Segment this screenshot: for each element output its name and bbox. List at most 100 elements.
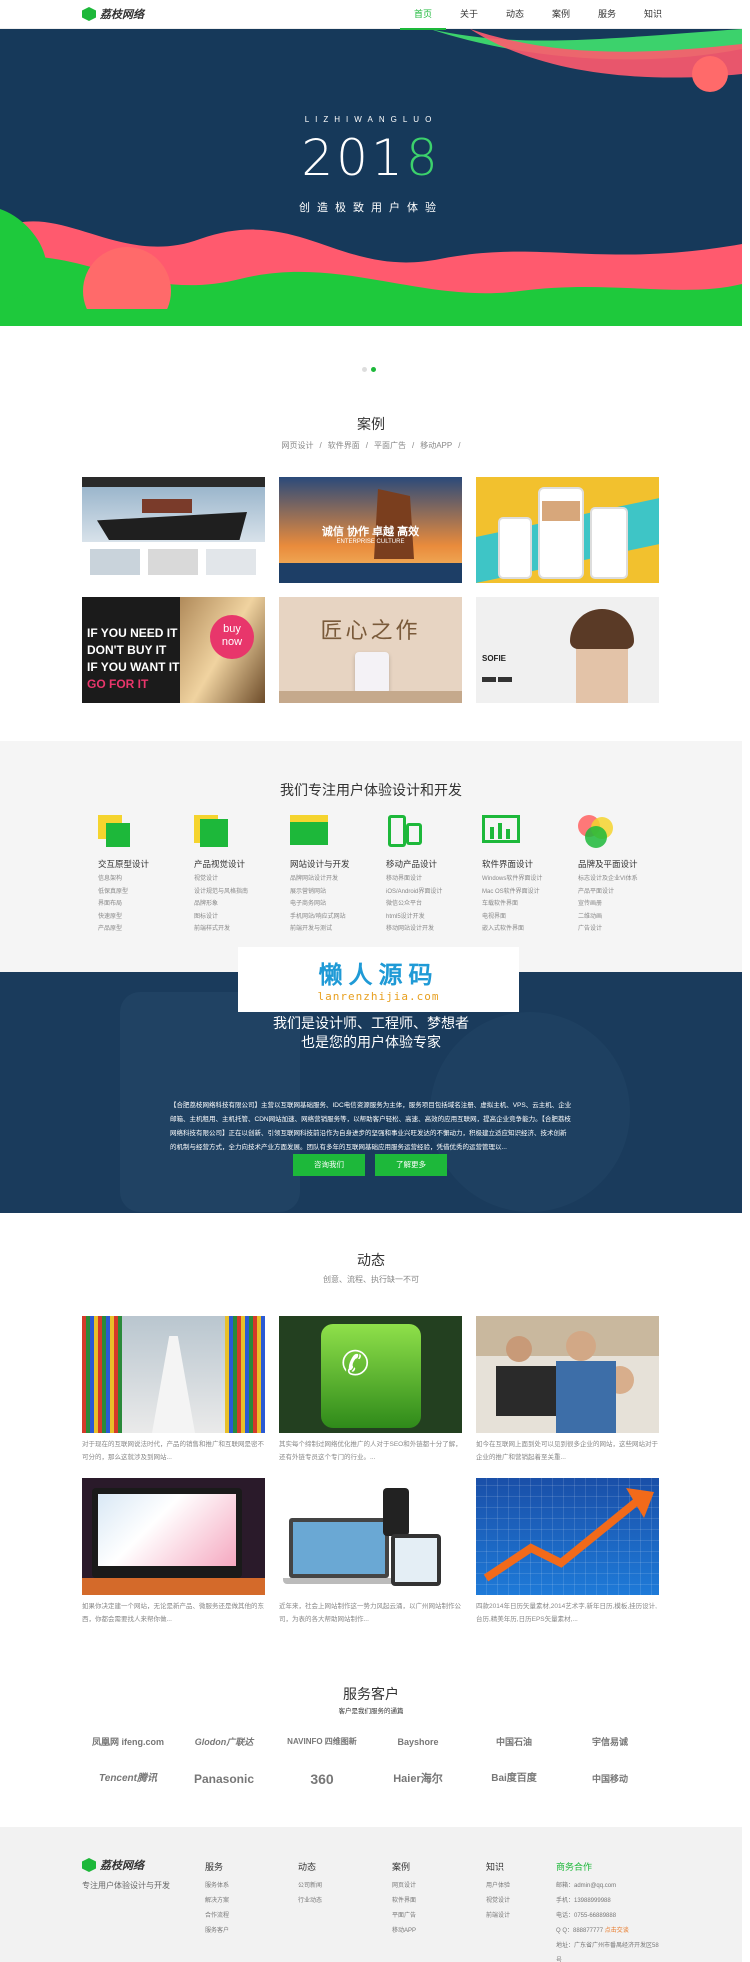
client-logo-bayshore: Bayshore (397, 1737, 439, 1747)
contact-qq: Q Q：888877777 点击交谈 (556, 1924, 662, 1939)
footer-link[interactable]: 行业动态 (298, 1894, 322, 1909)
footer-link[interactable]: 合作流程 (205, 1909, 229, 1924)
nav-knowledge[interactable]: 知识 (630, 0, 676, 30)
service-web[interactable]: 网站设计与开发 品牌网站设计开发 展示营销网站 电子商务网站 手机网站/响应式网站 前端… (276, 815, 366, 936)
news-subtitle: 创意、流程、执行缺一不可 (323, 1275, 419, 1284)
footer-link[interactable]: 移动APP (392, 1924, 416, 1939)
service-prototype[interactable]: 交互原型设计 信息架构 低保真原型 界面布局 快速原型 产品原型 (84, 815, 174, 936)
service-sub: 品牌形象 (194, 901, 219, 907)
news-image-devices[interactable] (279, 1478, 462, 1595)
watermark-box: 懒人源码 lanrenzhijia.com (238, 947, 519, 1012)
service-sub: 产品原型 (98, 926, 123, 932)
service-sub: 移动网站设计开发 (386, 926, 435, 932)
news-title: 动态 (357, 1252, 385, 1268)
footer-link[interactable]: 服务体系 (205, 1879, 229, 1894)
news-excerpt[interactable]: 其实每个缔制过网络优化推广的人对于SEO和外链都十分了解，还有外链专员这个专门的… (279, 1438, 462, 1464)
client-logo-yuxin: 宇信易诚 (591, 1737, 628, 1747)
filter-sep: / (319, 441, 322, 450)
carousel-dot-active[interactable] (371, 367, 376, 372)
hero-year-main: 201 (301, 129, 406, 187)
client-logo-tencent: Tencent腾讯 (99, 1773, 157, 1784)
news-excerpt[interactable]: 如今在互联网上面到处可以见到很多企业的网站，这些网站对于企业的推广和营销起着至关… (476, 1438, 659, 1464)
client-logo-chinamobile: 中国移动 (591, 1774, 628, 1784)
about-heading-2: 也是您的用户体验专家 (301, 1034, 441, 1050)
filter-print[interactable]: 平面广告 (374, 441, 406, 450)
hero-subtitle: LIZHIWANGLUO (304, 115, 438, 124)
footer-link[interactable]: 网页设计 (392, 1879, 416, 1894)
filter-web[interactable]: 网页设计 (282, 441, 314, 450)
news-excerpt[interactable]: 如果你决定建一个网站，无论是新产品、微服务还是做其他的东西，你都会需要找人来帮你… (82, 1600, 265, 1626)
case-thumb-buy[interactable]: IF YOU NEED IT DON'T BUY IT IF YOU WANT … (82, 597, 265, 703)
news-image-phonebook[interactable]: ✆ (279, 1316, 462, 1433)
nav-services[interactable]: 服务 (584, 0, 630, 30)
footer-col-heading: 案例 (392, 1862, 411, 1872)
service-sub: iOS/Android界面设计 (386, 888, 443, 895)
news-excerpt[interactable]: 四款2014年日历矢量素材,2014艺术字,新年日历,模板,挂历设计,台历,精美… (476, 1600, 659, 1626)
client-logo-baidu: Bai度百度 (491, 1773, 537, 1784)
service-software[interactable]: 软件界面设计 Windows软件界面设计 Mac OS软件界面设计 车载软件界面 电视… (468, 815, 558, 936)
service-sub: Mac OS软件界面设计 (482, 888, 540, 895)
service-brand[interactable]: 品牌及平面设计 标志设计及企业VI体系 产品平面设计 宣传画册 二维动画 广告设计 (564, 815, 654, 936)
footer-link[interactable]: 用户体验 (486, 1879, 510, 1894)
service-sub: 低保真原型 (98, 888, 129, 895)
service-title: 品牌及平面设计 (578, 859, 638, 869)
service-title: 网站设计与开发 (290, 859, 350, 869)
case-thumb-culture[interactable]: 诚信 协作 卓越 高效 ENTERPRISE CULTURE (279, 477, 462, 583)
news-image-growth[interactable] (476, 1478, 659, 1595)
service-sub: 电子商务网站 (290, 901, 327, 907)
nav-about[interactable]: 关于 (446, 0, 492, 30)
service-sub: 微信公众平台 (386, 901, 423, 907)
case-thumb-sofie[interactable]: SOFIE (476, 597, 659, 703)
footer-logo[interactable]: 荔枝网络 (82, 1857, 144, 1873)
news-excerpt[interactable]: 对于现在的互联网说法时代，产品的销售和推广和互联网是密不可分的，那么这就涉及到网… (82, 1438, 265, 1464)
footer-link[interactable]: 解决方案 (205, 1894, 229, 1909)
footer-link[interactable]: 平面广告 (392, 1909, 416, 1924)
footer-col-contact: 商务合作 邮箱：admin@qq.com 手机：13988999988 电话：0… (556, 1860, 662, 1962)
about-heading-1: 我们是设计师、工程师、梦想者 (273, 1015, 469, 1031)
service-sub: 品牌网站设计开发 (290, 876, 339, 882)
news-image-datacenter[interactable] (82, 1316, 265, 1433)
service-sub: 设计规范与风格指南 (194, 888, 249, 895)
phone-icon: ✆ (341, 1345, 370, 1383)
footer-link[interactable]: 软件界面 (392, 1894, 416, 1909)
service-title: 移动产品设计 (386, 859, 438, 869)
client-logo-ifeng: 凤凰网 ifeng.com (91, 1737, 164, 1747)
buy-now-badge: buy now (210, 615, 254, 659)
service-title: 软件界面设计 (482, 859, 534, 869)
mobile-icon (386, 815, 422, 847)
case-thumb-craft[interactable]: 匠心之作 (279, 597, 462, 703)
filter-software[interactable]: 软件界面 (328, 441, 360, 450)
clients-subtitle: 客户是我们服务的通篇 (338, 1708, 404, 1715)
news-excerpt[interactable]: 近年来，社会上网站制作这一势力风起云涌，以广州网站制作公司，为表的各大帮助网站制… (279, 1600, 462, 1626)
service-sub: 宣传画册 (578, 901, 603, 907)
footer-link[interactable]: 视觉设计 (486, 1894, 510, 1909)
case-thumb-ship[interactable] (82, 477, 265, 583)
qq-chat-badge[interactable]: 点击交谈 (605, 1928, 629, 1934)
service-sub: 移动界面设计 (386, 876, 423, 882)
carousel-dot[interactable] (362, 367, 367, 372)
news-image-team[interactable] (476, 1316, 659, 1433)
footer-link[interactable]: 前端设计 (486, 1909, 510, 1924)
nav-home[interactable]: 首页 (400, 0, 446, 30)
client-logo-glodon: Glodon广联达 (194, 1737, 254, 1747)
service-sub: 图标设计 (194, 913, 219, 920)
news-image-tv[interactable] (82, 1478, 265, 1595)
thumb-culture-text: 诚信 协作 卓越 高效 (321, 526, 420, 538)
footer-link[interactable]: 服务客户 (205, 1924, 229, 1939)
footer-col-knowledge: 知识 用户体验 视觉设计 前端设计 (486, 1860, 510, 1924)
learn-more-button[interactable]: 了解更多 (375, 1154, 447, 1176)
badge-line2: now (221, 636, 243, 648)
service-visual[interactable]: 产品视觉设计 视觉设计 设计规范与风格指南 品牌形象 图标设计 前端样式开发 (180, 815, 270, 936)
service-mobile[interactable]: 移动产品设计 移动界面设计 iOS/Android界面设计 微信公众平台 html5设… (372, 815, 462, 936)
hero-banner[interactable]: LIZHIWANGLUO 2018 创造极致用户体验 (0, 29, 742, 326)
contact-email: 邮箱：admin@qq.com (556, 1883, 617, 1889)
service-sub: 车载软件界面 (482, 901, 519, 907)
service-sub: 产品平面设计 (578, 888, 615, 895)
contact-us-button[interactable]: 咨询我们 (293, 1154, 365, 1176)
site-logo[interactable]: 荔枝网络 (82, 6, 144, 22)
nav-news[interactable]: 动态 (492, 0, 538, 30)
footer-link[interactable]: 公司新闻 (298, 1879, 322, 1894)
filter-app[interactable]: 移动APP (420, 441, 452, 450)
nav-cases[interactable]: 案例 (538, 0, 584, 30)
case-thumb-app[interactable] (476, 477, 659, 583)
